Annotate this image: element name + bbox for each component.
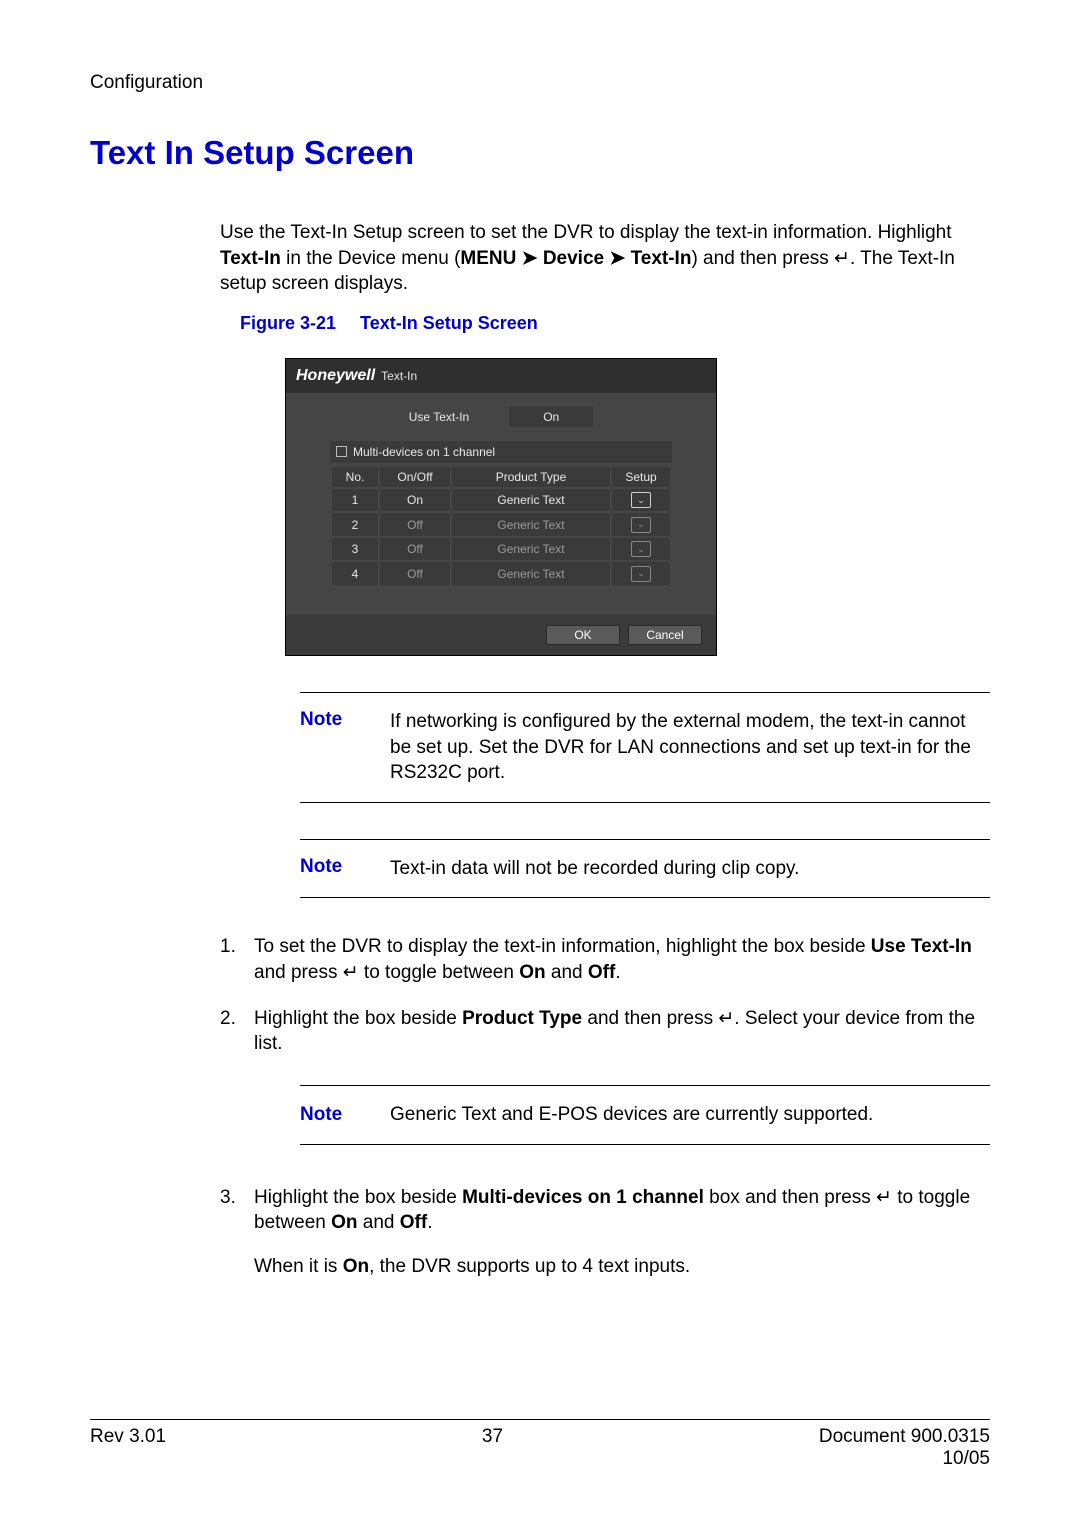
step-bold: On xyxy=(519,962,545,983)
cell-setup[interactable]: ⌄ xyxy=(612,513,670,536)
step-text: Highlight the box beside xyxy=(254,1008,462,1029)
page-footer: Rev 3.01 37 Document 900.0315 10/05 xyxy=(90,1419,990,1470)
textin-table: No. On/Off Product Type Setup 1 On Gener… xyxy=(330,465,672,587)
multi-devices-label: Multi-devices on 1 channel xyxy=(353,445,495,459)
checkbox-icon[interactable] xyxy=(336,446,347,457)
step-bold: Off xyxy=(588,962,615,983)
intro-paragraph: Use the Text-In Setup screen to set the … xyxy=(220,220,990,297)
dropdown-icon[interactable]: ⌄ xyxy=(631,492,651,508)
step-bold: Product Type xyxy=(462,1008,582,1029)
cell-no: 4 xyxy=(332,562,378,585)
step-text: and press xyxy=(254,962,343,983)
cell-onoff[interactable]: Off xyxy=(380,513,450,536)
footer-date: 10/05 xyxy=(819,1448,990,1470)
step-text: to toggle between xyxy=(359,962,520,983)
step-text: . xyxy=(427,1212,432,1233)
cell-no: 1 xyxy=(332,489,378,512)
step-bold: Multi-devices on 1 channel xyxy=(462,1187,704,1208)
step-text: and xyxy=(546,962,588,983)
intro-text: Use the Text-In Setup screen to set the … xyxy=(220,222,952,243)
note-label: Note xyxy=(300,856,390,882)
step-text: To set the DVR to display the text-in in… xyxy=(254,936,871,957)
col-onoff: On/Off xyxy=(380,467,450,487)
menu-path: MENU ➤ Device ➤ Text-In xyxy=(460,248,691,269)
cell-no: 2 xyxy=(332,513,378,536)
step-text: . xyxy=(615,962,620,983)
enter-icon: ↵ xyxy=(834,247,850,269)
intro-text: ) and then press xyxy=(691,248,834,269)
window-titlebar: Honeywell Text-In xyxy=(286,359,716,393)
footer-doc-id: Document 900.0315 xyxy=(819,1426,990,1448)
step-bold: Off xyxy=(400,1212,427,1233)
col-no: No. xyxy=(332,467,378,487)
dropdown-icon[interactable]: ⌄ xyxy=(631,541,651,557)
step-item: To set the DVR to display the text-in in… xyxy=(220,934,990,985)
intro-text: in the Device menu ( xyxy=(281,248,461,269)
enter-icon: ↵ xyxy=(876,1186,892,1208)
note-block: Note If networking is configured by the … xyxy=(300,692,990,803)
table-row: 3 Off Generic Text ⌄ xyxy=(332,538,670,561)
enter-icon: ↵ xyxy=(718,1007,734,1029)
note-body: If networking is configured by the exter… xyxy=(390,709,990,786)
step-item: Highlight the box beside Multi-devices o… xyxy=(220,1185,990,1280)
note-body: Text-in data will not be recorded during… xyxy=(390,856,990,882)
cell-product-type[interactable]: Generic Text xyxy=(452,538,610,561)
intro-bold-textin: Text-In xyxy=(220,248,281,269)
dropdown-icon[interactable]: ⌄ xyxy=(631,517,651,533)
table-row: 4 Off Generic Text ⌄ xyxy=(332,562,670,585)
cell-setup[interactable]: ⌄ xyxy=(612,538,670,561)
running-header: Configuration xyxy=(90,72,990,94)
footer-rev: Rev 3.01 xyxy=(90,1426,166,1470)
cell-onoff[interactable]: Off xyxy=(380,538,450,561)
step-text: and then press xyxy=(582,1008,718,1029)
step-text: and xyxy=(358,1212,400,1233)
brand-logo: Honeywell xyxy=(296,367,375,385)
step-bold: On xyxy=(331,1212,357,1233)
multi-devices-row[interactable]: Multi-devices on 1 channel xyxy=(330,441,672,463)
use-textin-value[interactable]: On xyxy=(509,407,593,427)
ok-button[interactable]: OK xyxy=(546,625,620,645)
note-block: Note Generic Text and E-POS devices are … xyxy=(300,1085,990,1145)
step-text: box and then press xyxy=(704,1187,876,1208)
col-setup: Setup xyxy=(612,467,670,487)
cell-onoff[interactable]: Off xyxy=(380,562,450,585)
window-title: Text-In xyxy=(381,369,417,383)
dropdown-icon[interactable]: ⌄ xyxy=(631,566,651,582)
page-title: Text In Setup Screen xyxy=(90,134,990,172)
table-row: 1 On Generic Text ⌄ xyxy=(332,489,670,512)
cell-product-type[interactable]: Generic Text xyxy=(452,562,610,585)
cell-setup[interactable]: ⌄ xyxy=(612,562,670,585)
note-block: Note Text-in data will not be recorded d… xyxy=(300,839,990,899)
cell-setup[interactable]: ⌄ xyxy=(612,489,670,512)
use-textin-label: Use Text-In xyxy=(409,410,469,424)
note-body: Generic Text and E-POS devices are curre… xyxy=(390,1102,990,1128)
step-text: When it is xyxy=(254,1256,343,1277)
figure-caption: Figure 3-21 Text-In Setup Screen xyxy=(240,313,990,334)
cell-onoff[interactable]: On xyxy=(380,489,450,512)
table-header-row: No. On/Off Product Type Setup xyxy=(332,467,670,487)
step-text: , the DVR supports up to 4 text inputs. xyxy=(369,1256,690,1277)
dialog-button-row: OK Cancel xyxy=(286,615,716,655)
cancel-button[interactable]: Cancel xyxy=(628,625,702,645)
col-product-type: Product Type xyxy=(452,467,610,487)
step-bold: On xyxy=(343,1256,369,1277)
cell-no: 3 xyxy=(332,538,378,561)
footer-page-number: 37 xyxy=(482,1426,503,1470)
cell-product-type[interactable]: Generic Text xyxy=(452,513,610,536)
table-row: 2 Off Generic Text ⌄ xyxy=(332,513,670,536)
cell-product-type[interactable]: Generic Text xyxy=(452,489,610,512)
enter-icon: ↵ xyxy=(343,961,359,983)
step-text: Highlight the box beside xyxy=(254,1187,462,1208)
use-textin-row: Use Text-In On xyxy=(286,393,716,441)
step-list: To set the DVR to display the text-in in… xyxy=(220,934,990,1279)
step-item: Highlight the box beside Product Type an… xyxy=(220,1006,990,1165)
step-bold: Use Text-In xyxy=(871,936,972,957)
note-label: Note xyxy=(300,709,390,786)
figure-title: Text-In Setup Screen xyxy=(360,313,538,333)
note-label: Note xyxy=(300,1102,390,1128)
figure-label: Figure 3-21 xyxy=(240,313,336,333)
textin-setup-screenshot: Honeywell Text-In Use Text-In On Multi-d… xyxy=(285,358,717,656)
